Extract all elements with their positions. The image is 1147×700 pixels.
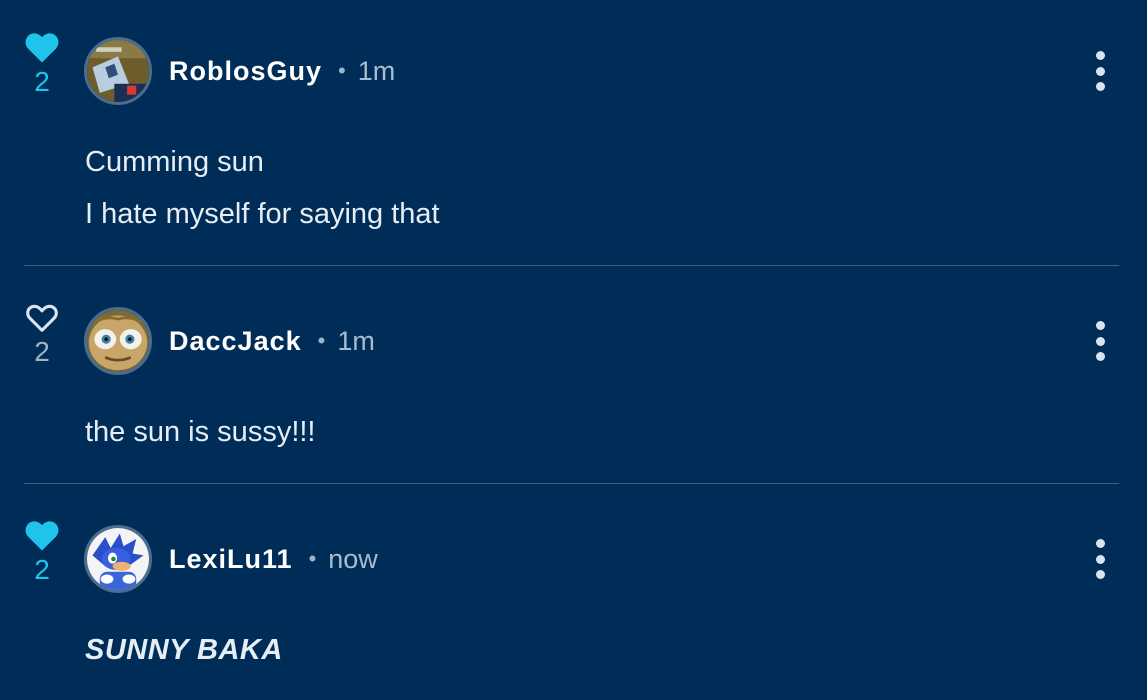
comment-body: the sun is sussy!!! [85, 406, 316, 458]
comment-body: Cumming sun I hate myself for saying tha… [85, 136, 440, 240]
comment-line: SUNNY BAKA [85, 634, 283, 666]
username[interactable]: LexiLu11 [169, 544, 293, 575]
avatar[interactable] [84, 307, 152, 375]
kebab-menu-icon[interactable] [1086, 51, 1114, 91]
username[interactable]: DaccJack [169, 326, 302, 357]
like-button[interactable]: 2 [22, 300, 62, 366]
like-button[interactable]: 2 [22, 30, 62, 96]
kebab-menu-icon[interactable] [1086, 539, 1114, 579]
divider [24, 483, 1119, 484]
timestamp: 1m [357, 55, 396, 86]
avatar[interactable] [84, 37, 152, 105]
comment-header: RoblosGuy • 1m [169, 53, 395, 89]
avatar-image [87, 40, 149, 102]
avatar-image [87, 310, 149, 372]
divider [24, 265, 1119, 266]
comment-header: DaccJack • 1m [169, 323, 375, 359]
heart-filled-icon [25, 521, 59, 551]
like-button[interactable]: 2 [22, 518, 62, 584]
comment-line: Cumming sun [85, 146, 264, 178]
comment-body: SUNNY BAKA [85, 624, 283, 676]
separator-dot: • [317, 328, 326, 353]
comment-header: LexiLu11 • now [169, 541, 378, 577]
like-count: 2 [34, 336, 50, 367]
kebab-menu-icon[interactable] [1086, 321, 1114, 361]
avatar[interactable] [84, 525, 152, 593]
comment-line: I hate myself for saying that [85, 198, 440, 230]
separator-dot: • [338, 58, 346, 83]
like-count: 2 [34, 554, 50, 585]
like-count: 2 [34, 66, 50, 97]
heart-outline-icon [26, 304, 58, 332]
timestamp: 1m [337, 325, 375, 356]
comment-thread: 2 RoblosGuy • 1m Cumming sun I hate myse… [0, 0, 1147, 700]
separator-dot: • [308, 546, 317, 571]
timestamp: now [328, 543, 378, 574]
comment-line: the sun is sussy!!! [85, 416, 316, 448]
avatar-image [87, 528, 149, 590]
heart-filled-icon [25, 33, 59, 63]
username[interactable]: RoblosGuy [169, 56, 322, 87]
